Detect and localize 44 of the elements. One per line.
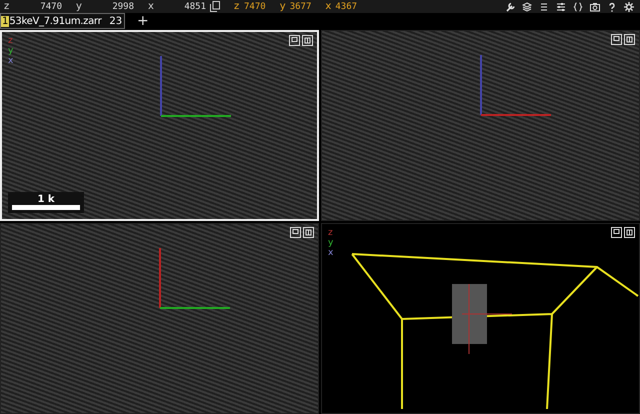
maximize-icon[interactable] [290, 227, 301, 238]
layout-icon[interactable] [624, 34, 635, 45]
add-layer-button[interactable]: + [133, 14, 153, 28]
axis-label: z [234, 1, 240, 12]
scale-bar [12, 205, 80, 210]
axis-label: y [8, 46, 14, 56]
axis-label: x [8, 56, 14, 66]
viewer-panel[interactable]: z y x [321, 223, 640, 414]
maximize-icon[interactable] [611, 34, 622, 45]
axis-label: x [148, 1, 155, 12]
layout-icon[interactable] [303, 227, 314, 238]
viewer-panel[interactable]: 1 k z y x [0, 30, 319, 221]
layout-icon[interactable] [624, 227, 635, 238]
settings-icon[interactable] [624, 2, 634, 12]
axis-label: y [280, 1, 287, 12]
layout-icon[interactable] [302, 35, 313, 46]
mouse-coordinate: 3677 [290, 2, 312, 12]
axis-label: x [328, 248, 334, 258]
maximize-icon[interactable] [289, 35, 300, 46]
list-icon[interactable] [539, 2, 549, 12]
axis-label: y [328, 238, 334, 248]
axis-label: z [328, 228, 334, 238]
coordinate-value[interactable]: 2998 [88, 2, 134, 12]
mouse-coordinate: 4367 [335, 2, 358, 12]
help-icon[interactable] [607, 2, 617, 12]
braces-icon[interactable] [573, 2, 583, 12]
axis-label: z [4, 1, 10, 12]
mouse-coordinate: 7470 [244, 2, 266, 12]
layer-value: 23 [109, 16, 122, 26]
coordinate-value[interactable]: 7470 [16, 2, 62, 12]
layer-name: 53keV_7.91um.zarr [9, 16, 102, 26]
layer-tab[interactable]: 1 53keV_7.91um.zarr 23 [0, 13, 125, 29]
axis-label: y [76, 1, 83, 12]
maximize-icon[interactable] [611, 227, 622, 238]
wrench-icon[interactable] [505, 2, 515, 12]
coordinate-value[interactable]: 4851 [160, 2, 206, 12]
scale-label: 1 k [37, 194, 55, 205]
copy-icon[interactable] [210, 1, 220, 12]
layer-number: 1 [1, 16, 10, 26]
sliders-icon[interactable] [556, 2, 566, 12]
axis-label: z [8, 36, 14, 46]
layers-icon[interactable] [522, 2, 532, 12]
axis-label: x [325, 1, 332, 12]
camera-icon[interactable] [590, 2, 600, 12]
